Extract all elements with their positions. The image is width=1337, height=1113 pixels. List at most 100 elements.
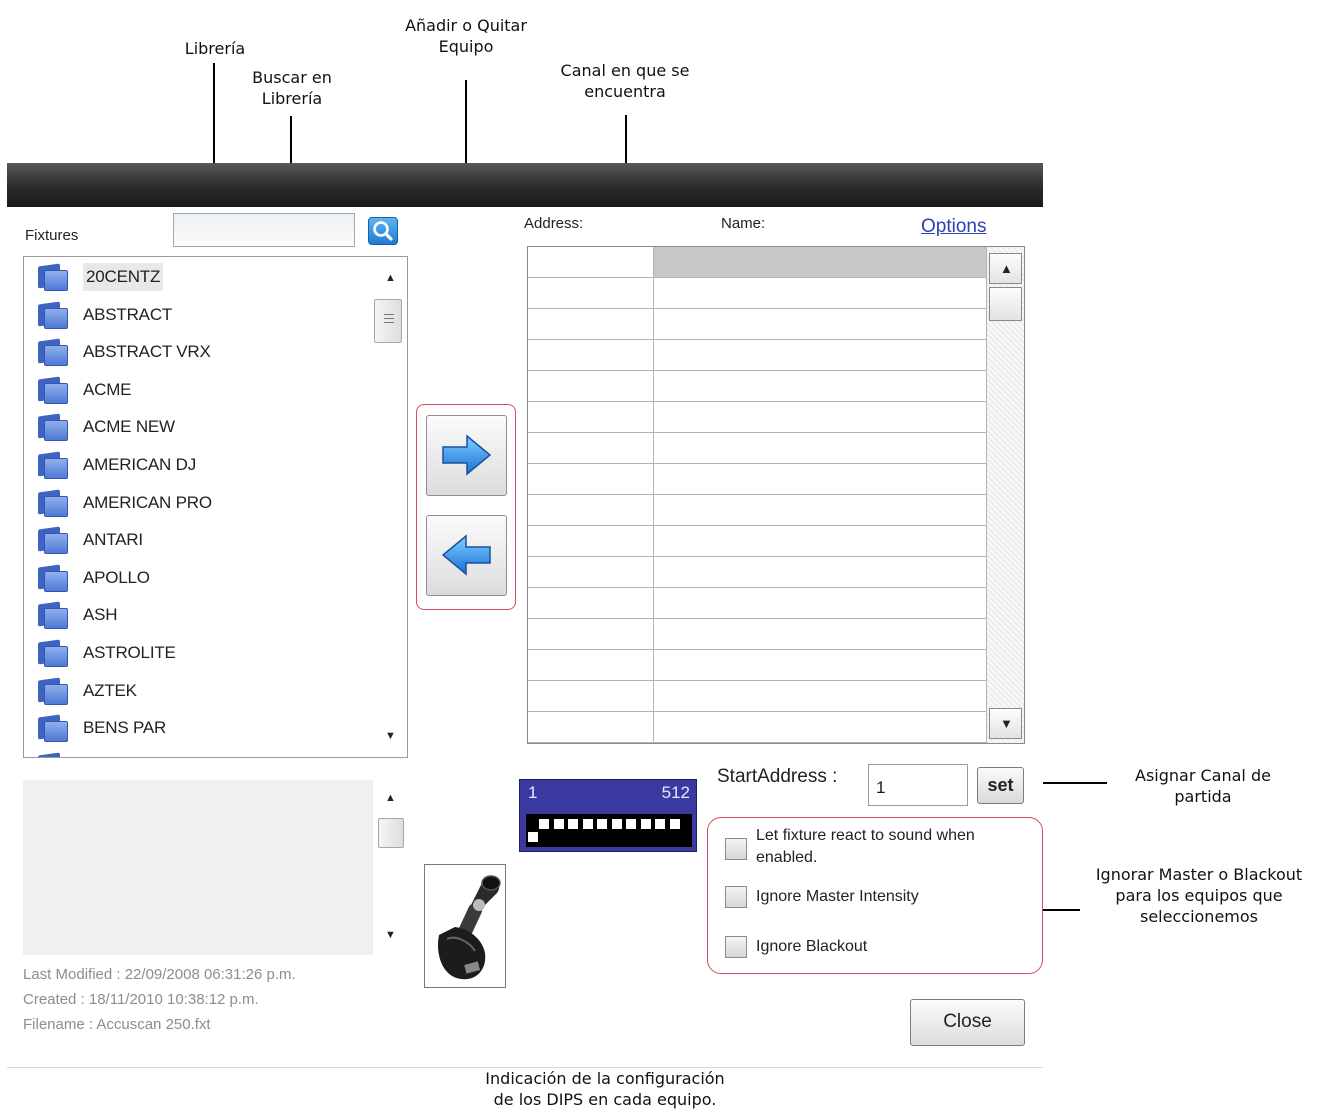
ignore-master-checkbox[interactable] bbox=[725, 886, 747, 908]
ignore-blackout-label[interactable]: Ignore Blackout bbox=[756, 936, 867, 958]
address-cell[interactable] bbox=[528, 681, 654, 711]
annotation-search-line1: Buscar en bbox=[252, 68, 332, 87]
table-row[interactable] bbox=[528, 650, 986, 681]
folder-icon bbox=[34, 450, 70, 480]
table-row[interactable] bbox=[528, 433, 986, 464]
patched-fixtures-table[interactable]: ▲ ▼ bbox=[527, 246, 1025, 744]
fixture-folder-item[interactable]: 20CENTZ bbox=[34, 261, 164, 293]
annotation-dips: Indicación de la configuración de los DI… bbox=[440, 1068, 770, 1110]
address-cell[interactable] bbox=[528, 464, 654, 494]
table-row[interactable] bbox=[528, 495, 986, 526]
annotation-channel-line2: encuentra bbox=[584, 82, 666, 101]
fixture-folder-item[interactable]: ASTROLITE bbox=[34, 637, 176, 669]
annotation-dips-line2: de los DIPS en cada equipo. bbox=[493, 1090, 717, 1109]
fixture-folder-item[interactable]: ABSTRACT bbox=[34, 299, 172, 331]
annotation-search-line2: Librería bbox=[261, 89, 323, 108]
folder-icon bbox=[34, 638, 70, 668]
fixture-folder-item[interactable]: ABSTRACT VRX bbox=[34, 336, 211, 368]
fixture-folder-label: ASH bbox=[83, 605, 118, 625]
address-cell[interactable] bbox=[528, 712, 654, 742]
scroll-thumb[interactable] bbox=[378, 818, 404, 848]
info-scrollbar[interactable]: ▲ ▼ bbox=[373, 780, 408, 955]
table-row[interactable] bbox=[528, 588, 986, 619]
dip-switch-off bbox=[553, 819, 564, 829]
fixture-folder-item[interactable]: ACME NEW bbox=[34, 411, 175, 443]
table-row[interactable] bbox=[528, 402, 986, 433]
dip-start-number: 1 bbox=[528, 783, 538, 802]
search-button[interactable] bbox=[368, 217, 398, 245]
fixture-folder-item[interactable]: ACME bbox=[34, 374, 132, 406]
scroll-up-arrow-icon[interactable]: ▲ bbox=[385, 273, 396, 284]
add-fixture-button[interactable] bbox=[426, 415, 507, 496]
react-to-sound-label[interactable]: Let fixture react to sound when enabled. bbox=[756, 825, 975, 869]
fixture-folder-item[interactable]: APOLLO bbox=[34, 562, 150, 594]
annotation-assign-line2: partida bbox=[1174, 787, 1232, 806]
set-button[interactable]: set bbox=[977, 767, 1024, 804]
table-row[interactable] bbox=[528, 526, 986, 557]
fixture-library-list[interactable]: 20CENTZ ABSTRACT ABSTRACT VRX ACME ACME NEW A… bbox=[23, 256, 408, 758]
table-scrollbar[interactable]: ▲ ▼ bbox=[986, 247, 1024, 743]
scroll-thumb[interactable] bbox=[374, 299, 402, 343]
annotation-add-remove: Añadir o Quitar Equipo bbox=[376, 15, 556, 57]
table-row[interactable] bbox=[528, 681, 986, 712]
table-row[interactable] bbox=[528, 371, 986, 402]
start-address-input[interactable]: 1 bbox=[868, 764, 968, 806]
address-cell[interactable] bbox=[528, 309, 654, 339]
address-cell[interactable] bbox=[528, 650, 654, 680]
ignore-blackout-checkbox[interactable] bbox=[725, 936, 747, 958]
window-titlebar[interactable] bbox=[7, 163, 1043, 207]
address-cell[interactable] bbox=[528, 557, 654, 587]
dip-switch-strip bbox=[526, 814, 692, 847]
fixture-folder-label: ABSTRACT bbox=[83, 304, 173, 324]
fixture-list-scrollbar[interactable]: ▲ ▼ bbox=[374, 257, 407, 757]
search-input[interactable] bbox=[173, 213, 355, 247]
folder-icon bbox=[34, 676, 70, 706]
address-cell[interactable] bbox=[528, 495, 654, 525]
remove-fixture-button[interactable] bbox=[426, 515, 507, 596]
options-link[interactable]: Options bbox=[921, 216, 986, 238]
react-to-sound-checkbox[interactable] bbox=[725, 838, 747, 860]
fixture-folder-item[interactable]: ASH bbox=[34, 599, 118, 631]
scroll-thumb[interactable] bbox=[989, 287, 1022, 321]
fixture-folder-item[interactable]: AZTEK bbox=[34, 675, 137, 707]
scroll-up-arrow-icon[interactable]: ▲ bbox=[385, 793, 396, 804]
address-cell[interactable] bbox=[528, 247, 654, 277]
fixture-folder-item[interactable]: AMERICAN DJ bbox=[34, 449, 196, 481]
fixture-folder-label: AMERICAN PRO bbox=[83, 492, 212, 512]
fixture-folder-item[interactable] bbox=[34, 750, 83, 757]
table-row[interactable] bbox=[528, 247, 986, 278]
address-cell[interactable] bbox=[528, 278, 654, 308]
address-cell[interactable] bbox=[528, 526, 654, 556]
address-cell[interactable] bbox=[528, 619, 654, 649]
fixture-folder-item[interactable]: ANTARI bbox=[34, 524, 143, 556]
close-button[interactable]: Close bbox=[910, 999, 1025, 1046]
fixture-folder-item[interactable]: AMERICAN PRO bbox=[34, 487, 212, 519]
table-row[interactable] bbox=[528, 712, 986, 743]
scroll-down-arrow-icon[interactable]: ▼ bbox=[385, 930, 396, 941]
address-cell[interactable] bbox=[528, 433, 654, 463]
table-row[interactable] bbox=[528, 557, 986, 588]
annotation-library: Librería bbox=[184, 39, 246, 58]
ignore-master-label[interactable]: Ignore Master Intensity bbox=[756, 886, 919, 908]
address-cell[interactable] bbox=[528, 402, 654, 432]
address-cell[interactable] bbox=[528, 340, 654, 370]
dip-switch-off bbox=[539, 819, 549, 829]
address-cell[interactable] bbox=[528, 371, 654, 401]
created-text: Created : 18/11/2010 10:38:12 p.m. bbox=[23, 991, 259, 1008]
scroll-down-arrow-icon[interactable]: ▼ bbox=[385, 731, 396, 742]
selected-name-cell[interactable] bbox=[654, 247, 986, 277]
dip-switch-off bbox=[669, 819, 680, 829]
address-cell[interactable] bbox=[528, 588, 654, 618]
table-row[interactable] bbox=[528, 619, 986, 650]
table-row[interactable] bbox=[528, 309, 986, 340]
table-row[interactable] bbox=[528, 464, 986, 495]
annotation-channel-line1: Canal en que se bbox=[560, 61, 690, 80]
table-scroll-up-button[interactable]: ▲ bbox=[989, 253, 1022, 284]
table-row[interactable] bbox=[528, 278, 986, 309]
fixture-folder-label: AZTEK bbox=[83, 680, 137, 700]
dip-switch-off bbox=[611, 819, 622, 829]
folder-icon bbox=[34, 337, 70, 367]
table-row[interactable] bbox=[528, 340, 986, 371]
fixture-folder-item[interactable]: BENS PAR bbox=[34, 712, 166, 744]
table-scroll-down-button[interactable]: ▼ bbox=[989, 708, 1022, 739]
